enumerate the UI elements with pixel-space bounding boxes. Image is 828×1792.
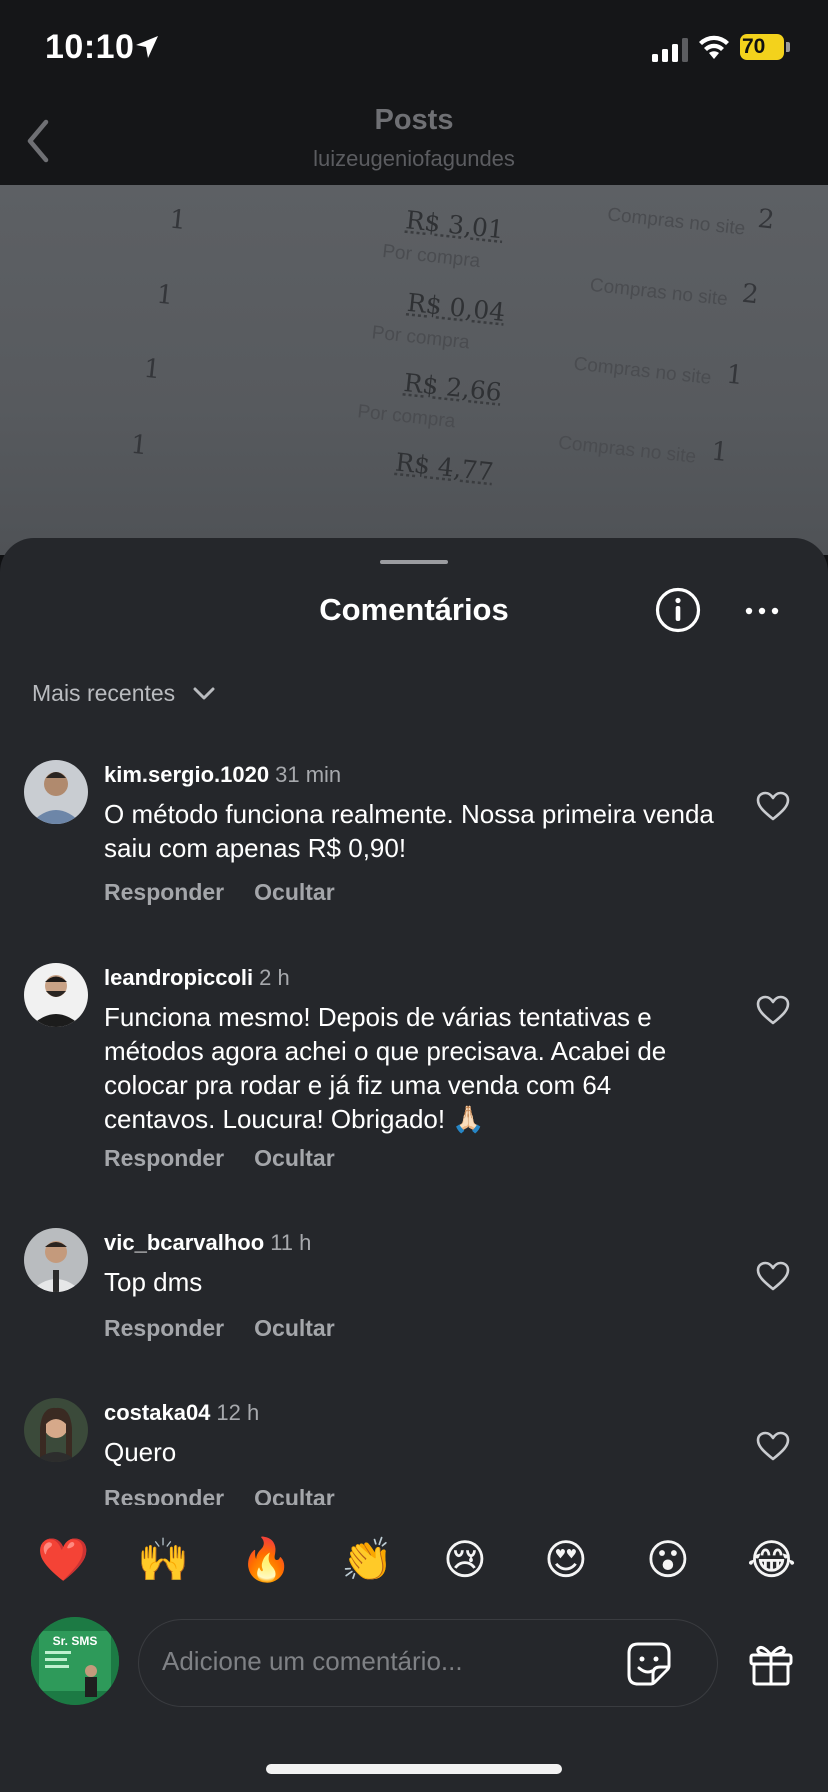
comment-text: Top dms <box>104 1267 203 1297</box>
receipt-quantity: 1 <box>142 353 162 386</box>
comments-title: Comentários <box>319 592 509 627</box>
home-indicator[interactable] <box>266 1764 562 1774</box>
comment-username[interactable]: vic_bcarvalhoo <box>104 1230 264 1255</box>
more-options-icon[interactable] <box>744 596 780 626</box>
hide-button[interactable]: Ocultar <box>254 879 335 905</box>
comment-time: 31 min <box>275 762 342 787</box>
quick-reactions-bar: ❤️ 🙌 🔥 👏 😢 😍 😮 😂 <box>0 1530 828 1590</box>
comment-text: Funciona mesmo! Depois de várias tentati… <box>104 1002 667 1134</box>
receipt-site-label: Compras no site <box>588 274 729 311</box>
receipt-site-label: Compras no site <box>606 204 747 240</box>
reaction-heart-eyes[interactable]: 😍 <box>544 1530 588 1590</box>
comment-text: O método funciona realmente. Nossa prime… <box>104 799 714 863</box>
receipt-photo-content: R$ 3,01 Por compra R$ 0,04 Por compra R$… <box>76 185 828 555</box>
avatar[interactable] <box>24 760 88 824</box>
sticker-icon[interactable] <box>626 1641 672 1687</box>
receipt-price: R$ 3,01 <box>404 205 506 245</box>
battery-level: 70 <box>740 34 784 60</box>
comment-time: 11 h <box>270 1230 312 1255</box>
avatar[interactable] <box>24 1228 88 1292</box>
receipt-quantity: 1 <box>155 279 175 312</box>
receipt-per-purchase: Por compra <box>370 322 471 354</box>
comment-time: 2 h <box>259 965 290 990</box>
battery-cap <box>786 42 790 52</box>
sort-dropdown[interactable]: Mais recentes <box>32 680 215 707</box>
reaction-raised-hands[interactable]: 🙌 <box>137 1530 189 1590</box>
chevron-down-icon <box>193 687 215 699</box>
comment-header: kim.sergio.1020 31 min <box>104 762 341 788</box>
receipt-price: R$ 2,66 <box>402 367 504 408</box>
reaction-fire[interactable]: 🔥 <box>240 1530 292 1590</box>
receipt-site-label: Compras no site <box>557 432 698 468</box>
comment-header: costaka04 12 h <box>104 1400 259 1426</box>
comment-time: 12 h <box>216 1400 260 1425</box>
reaction-heart[interactable]: ❤️ <box>37 1530 89 1590</box>
comment-input-placeholder: Adicione um comentário... <box>162 1646 463 1676</box>
reaction-surprised[interactable]: 😮 <box>646 1530 690 1590</box>
reaction-clap[interactable]: 👏 <box>341 1530 393 1590</box>
reply-button[interactable]: Responder <box>104 879 224 905</box>
cellular-signal-icon <box>652 38 688 62</box>
page-title: Posts <box>374 104 454 136</box>
comment-actions: Responder Ocultar <box>104 1145 365 1172</box>
comment-header: leandropiccoli 2 h <box>104 965 290 991</box>
sheet-drag-handle[interactable] <box>380 560 448 564</box>
receipt-per-purchase: Por compra <box>381 240 482 273</box>
heart-icon[interactable] <box>756 1261 790 1291</box>
reply-button[interactable]: Responder <box>104 1315 224 1341</box>
comment-username[interactable]: costaka04 <box>104 1400 210 1425</box>
sort-label: Mais recentes <box>32 680 176 706</box>
reaction-laughing[interactable]: 😂 <box>747 1530 796 1590</box>
receipt-quantity: 1 <box>129 429 149 462</box>
avatar[interactable] <box>24 1398 88 1462</box>
receipt-quantity: 1 <box>709 436 730 469</box>
hide-button[interactable]: Ocultar <box>254 1315 335 1341</box>
comment-username[interactable]: leandropiccoli <box>104 965 253 990</box>
location-arrow-icon <box>136 36 158 58</box>
comment-actions: Responder Ocultar <box>104 1315 365 1342</box>
page-subtitle-username[interactable]: luizeugeniofagundes <box>0 146 828 172</box>
comment-header: vic_bcarvalhoo 11 h <box>104 1230 311 1256</box>
status-time: 10:10 <box>45 28 135 66</box>
wifi-icon <box>699 35 729 59</box>
receipt-quantity: 2 <box>740 278 760 311</box>
receipt-quantity: 1 <box>724 359 745 392</box>
receipt-quantity: 1 <box>168 204 188 237</box>
avatar-text: Sr. SMS <box>53 1634 98 1648</box>
battery-indicator: 70 <box>740 34 790 62</box>
heart-icon[interactable] <box>756 995 790 1025</box>
reply-button[interactable]: Responder <box>104 1145 224 1171</box>
heart-icon[interactable] <box>756 791 790 821</box>
receipt-quantity: 2 <box>756 204 776 236</box>
hide-button[interactable]: Ocultar <box>254 1145 335 1171</box>
receipt-site-label: Compras no site <box>572 353 713 389</box>
comment-actions: Responder Ocultar <box>104 879 365 906</box>
reaction-crying[interactable]: 😢 <box>443 1530 487 1590</box>
receipt-per-purchase: Por compra <box>356 401 457 433</box>
post-image: R$ 3,01 Por compra R$ 0,04 Por compra R$… <box>0 185 828 555</box>
list-clip-edge <box>0 1505 828 1533</box>
receipt-price: R$ 0,04 <box>405 287 507 327</box>
current-user-avatar[interactable]: Sr. SMS <box>31 1617 119 1705</box>
comment-username[interactable]: kim.sergio.1020 <box>104 762 269 787</box>
receipt-price: R$ 4,77 <box>393 447 495 487</box>
info-icon[interactable] <box>654 586 702 634</box>
gift-icon[interactable] <box>748 1641 794 1687</box>
avatar[interactable] <box>24 963 88 1027</box>
comment-text: Quero <box>104 1437 177 1467</box>
heart-icon[interactable] <box>756 1431 790 1461</box>
